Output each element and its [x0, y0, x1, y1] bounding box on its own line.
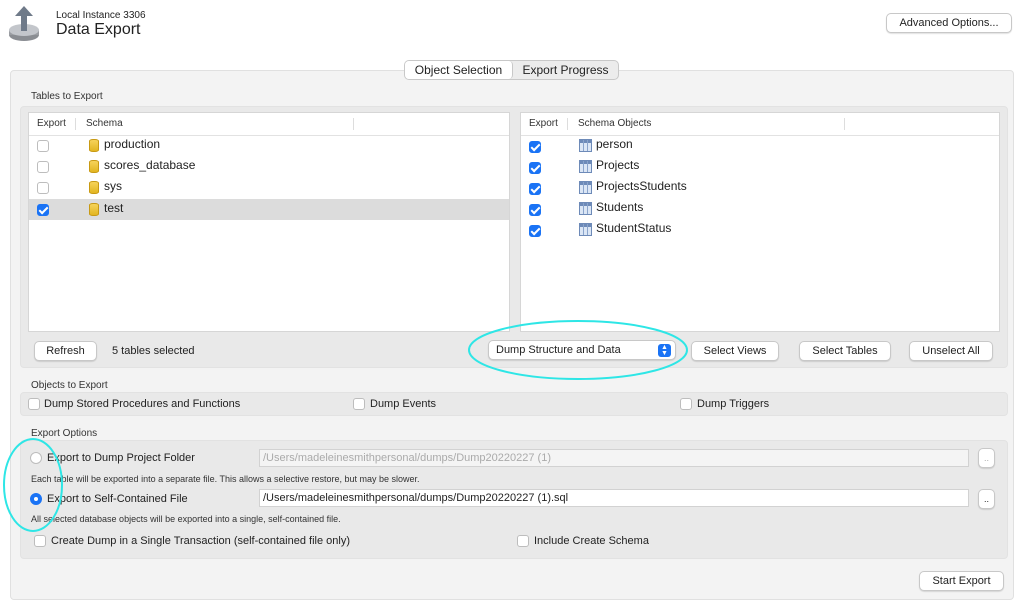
column-header-export[interactable]: Export: [529, 113, 558, 135]
column-separator: [75, 118, 76, 130]
object-name: StudentStatus: [596, 221, 672, 235]
export-checkbox[interactable]: [529, 141, 541, 153]
dump-routines-checkbox[interactable]: [28, 398, 40, 410]
schema-name: sys: [104, 179, 122, 193]
column-separator: [353, 118, 354, 130]
table-row[interactable]: scores_database: [29, 156, 509, 177]
include-create-schema-checkbox[interactable]: [517, 535, 529, 547]
include-create-schema-label[interactable]: Include Create Schema: [534, 535, 649, 547]
table-row[interactable]: production: [29, 135, 509, 156]
refresh-button[interactable]: Refresh: [34, 341, 97, 361]
table-icon: [579, 160, 592, 173]
export-checkbox[interactable]: [529, 225, 541, 237]
tab-object-selection[interactable]: Object Selection: [405, 61, 513, 79]
dump-events-label[interactable]: Dump Events: [370, 398, 436, 410]
schema-table: Export Schema production scores_database…: [28, 112, 510, 332]
export-icon: [9, 6, 39, 41]
schema-name: scores_database: [104, 158, 196, 172]
select-views-button[interactable]: Select Views: [691, 341, 779, 361]
self-contained-label[interactable]: Export to Self-Contained File: [47, 493, 188, 505]
schema-objects-table: Export Schema Objects person Projects Pr…: [520, 112, 1000, 332]
unselect-all-button[interactable]: Unselect All: [909, 341, 993, 361]
table-icon: [579, 139, 592, 152]
database-icon: [89, 181, 99, 194]
export-checkbox[interactable]: [529, 183, 541, 195]
select-tables-button[interactable]: Select Tables: [799, 341, 891, 361]
column-separator: [567, 118, 568, 130]
object-name: Students: [596, 200, 644, 214]
dump-folder-radio[interactable]: [30, 452, 42, 464]
column-header-export[interactable]: Export: [37, 113, 66, 135]
objects-table-header: Export Schema Objects: [521, 113, 999, 136]
tables-to-export-label: Tables to Export: [31, 91, 103, 102]
table-row[interactable]: StudentStatus: [521, 219, 999, 240]
table-row[interactable]: test: [29, 199, 509, 220]
table-icon: [579, 181, 592, 194]
single-transaction-label[interactable]: Create Dump in a Single Transaction (sel…: [51, 535, 350, 547]
export-options-label: Export Options: [31, 428, 98, 439]
select-arrows-icon: ▲ ▼: [658, 344, 671, 357]
object-name: ProjectsStudents: [596, 179, 687, 193]
dump-events-checkbox[interactable]: [353, 398, 365, 410]
database-icon: [89, 139, 99, 152]
table-row[interactable]: Projects: [521, 156, 999, 177]
tab-bar: Object Selection Export Progress: [404, 60, 619, 80]
dump-triggers-label[interactable]: Dump Triggers: [697, 398, 769, 410]
table-icon: [579, 202, 592, 215]
object-name: person: [596, 137, 633, 151]
self-contained-path-input[interactable]: /Users/madeleinesmithpersonal/dumps/Dump…: [259, 489, 969, 507]
dump-triggers-checkbox[interactable]: [680, 398, 692, 410]
selection-status: 5 tables selected: [112, 345, 195, 357]
table-icon: [579, 223, 592, 236]
schema-name: test: [104, 201, 124, 215]
page-title: Data Export: [56, 21, 141, 38]
objects-to-export-label: Objects to Export: [31, 380, 108, 391]
dump-folder-path-input[interactable]: /Users/madeleinesmithpersonal/dumps/Dump…: [259, 449, 969, 467]
browse-folder-button[interactable]: ..: [978, 448, 995, 468]
self-contained-help: All selected database objects will be ex…: [31, 514, 341, 524]
export-checkbox[interactable]: [529, 204, 541, 216]
export-checkbox[interactable]: [37, 140, 49, 152]
dump-routines-label[interactable]: Dump Stored Procedures and Functions: [44, 398, 240, 410]
single-transaction-checkbox[interactable]: [34, 535, 46, 547]
database-icon: [89, 160, 99, 173]
export-checkbox[interactable]: [37, 182, 49, 194]
schema-name: production: [104, 137, 161, 151]
export-checkbox[interactable]: [37, 161, 49, 173]
dump-type-select[interactable]: Dump Structure and Data ▲ ▼: [488, 340, 676, 360]
object-name: Projects: [596, 158, 640, 172]
self-contained-radio[interactable]: [30, 493, 42, 505]
dump-folder-label[interactable]: Export to Dump Project Folder: [47, 452, 195, 464]
browse-file-button[interactable]: ..: [978, 489, 995, 509]
table-row[interactable]: Students: [521, 198, 999, 219]
database-icon: [89, 203, 99, 216]
advanced-options-button[interactable]: Advanced Options...: [886, 13, 1012, 33]
export-checkbox[interactable]: [529, 162, 541, 174]
table-row[interactable]: ProjectsStudents: [521, 177, 999, 198]
export-checkbox[interactable]: [37, 204, 49, 216]
table-row[interactable]: person: [521, 135, 999, 156]
connection-name: Local Instance 3306: [56, 10, 146, 21]
table-row[interactable]: sys: [29, 177, 509, 198]
column-separator: [844, 118, 845, 130]
column-header-schema[interactable]: Schema: [86, 113, 123, 135]
dump-type-value: Dump Structure and Data: [496, 344, 621, 356]
schema-table-header: Export Schema: [29, 113, 509, 136]
tab-export-progress[interactable]: Export Progress: [513, 61, 618, 79]
dump-folder-help: Each table will be exported into a separ…: [31, 474, 420, 484]
start-export-button[interactable]: Start Export: [919, 571, 1004, 591]
column-header-schema-objects[interactable]: Schema Objects: [578, 113, 651, 135]
